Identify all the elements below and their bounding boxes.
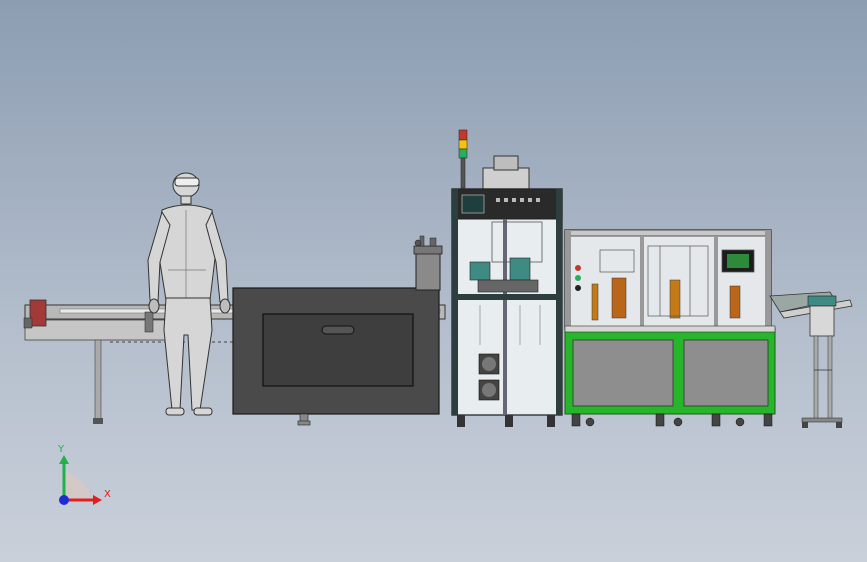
assembly-drawing: Y X: [23, 129, 853, 505]
pressure-tank: [413, 235, 443, 291]
y-axis-label: Y: [57, 444, 65, 455]
stack-light: [458, 129, 468, 189]
cad-viewport[interactable]: Y X: [0, 0, 867, 562]
z-axis-dot: [59, 495, 69, 505]
human-figure: [147, 172, 231, 416]
dark-cabinet: [232, 287, 440, 426]
outfeed-chute: [769, 291, 853, 428]
x-axis-label: X: [104, 489, 111, 500]
axis-triad-icon[interactable]: Y X: [57, 444, 111, 505]
assembly-machine: [564, 229, 776, 427]
dispensing-station: [451, 129, 563, 427]
